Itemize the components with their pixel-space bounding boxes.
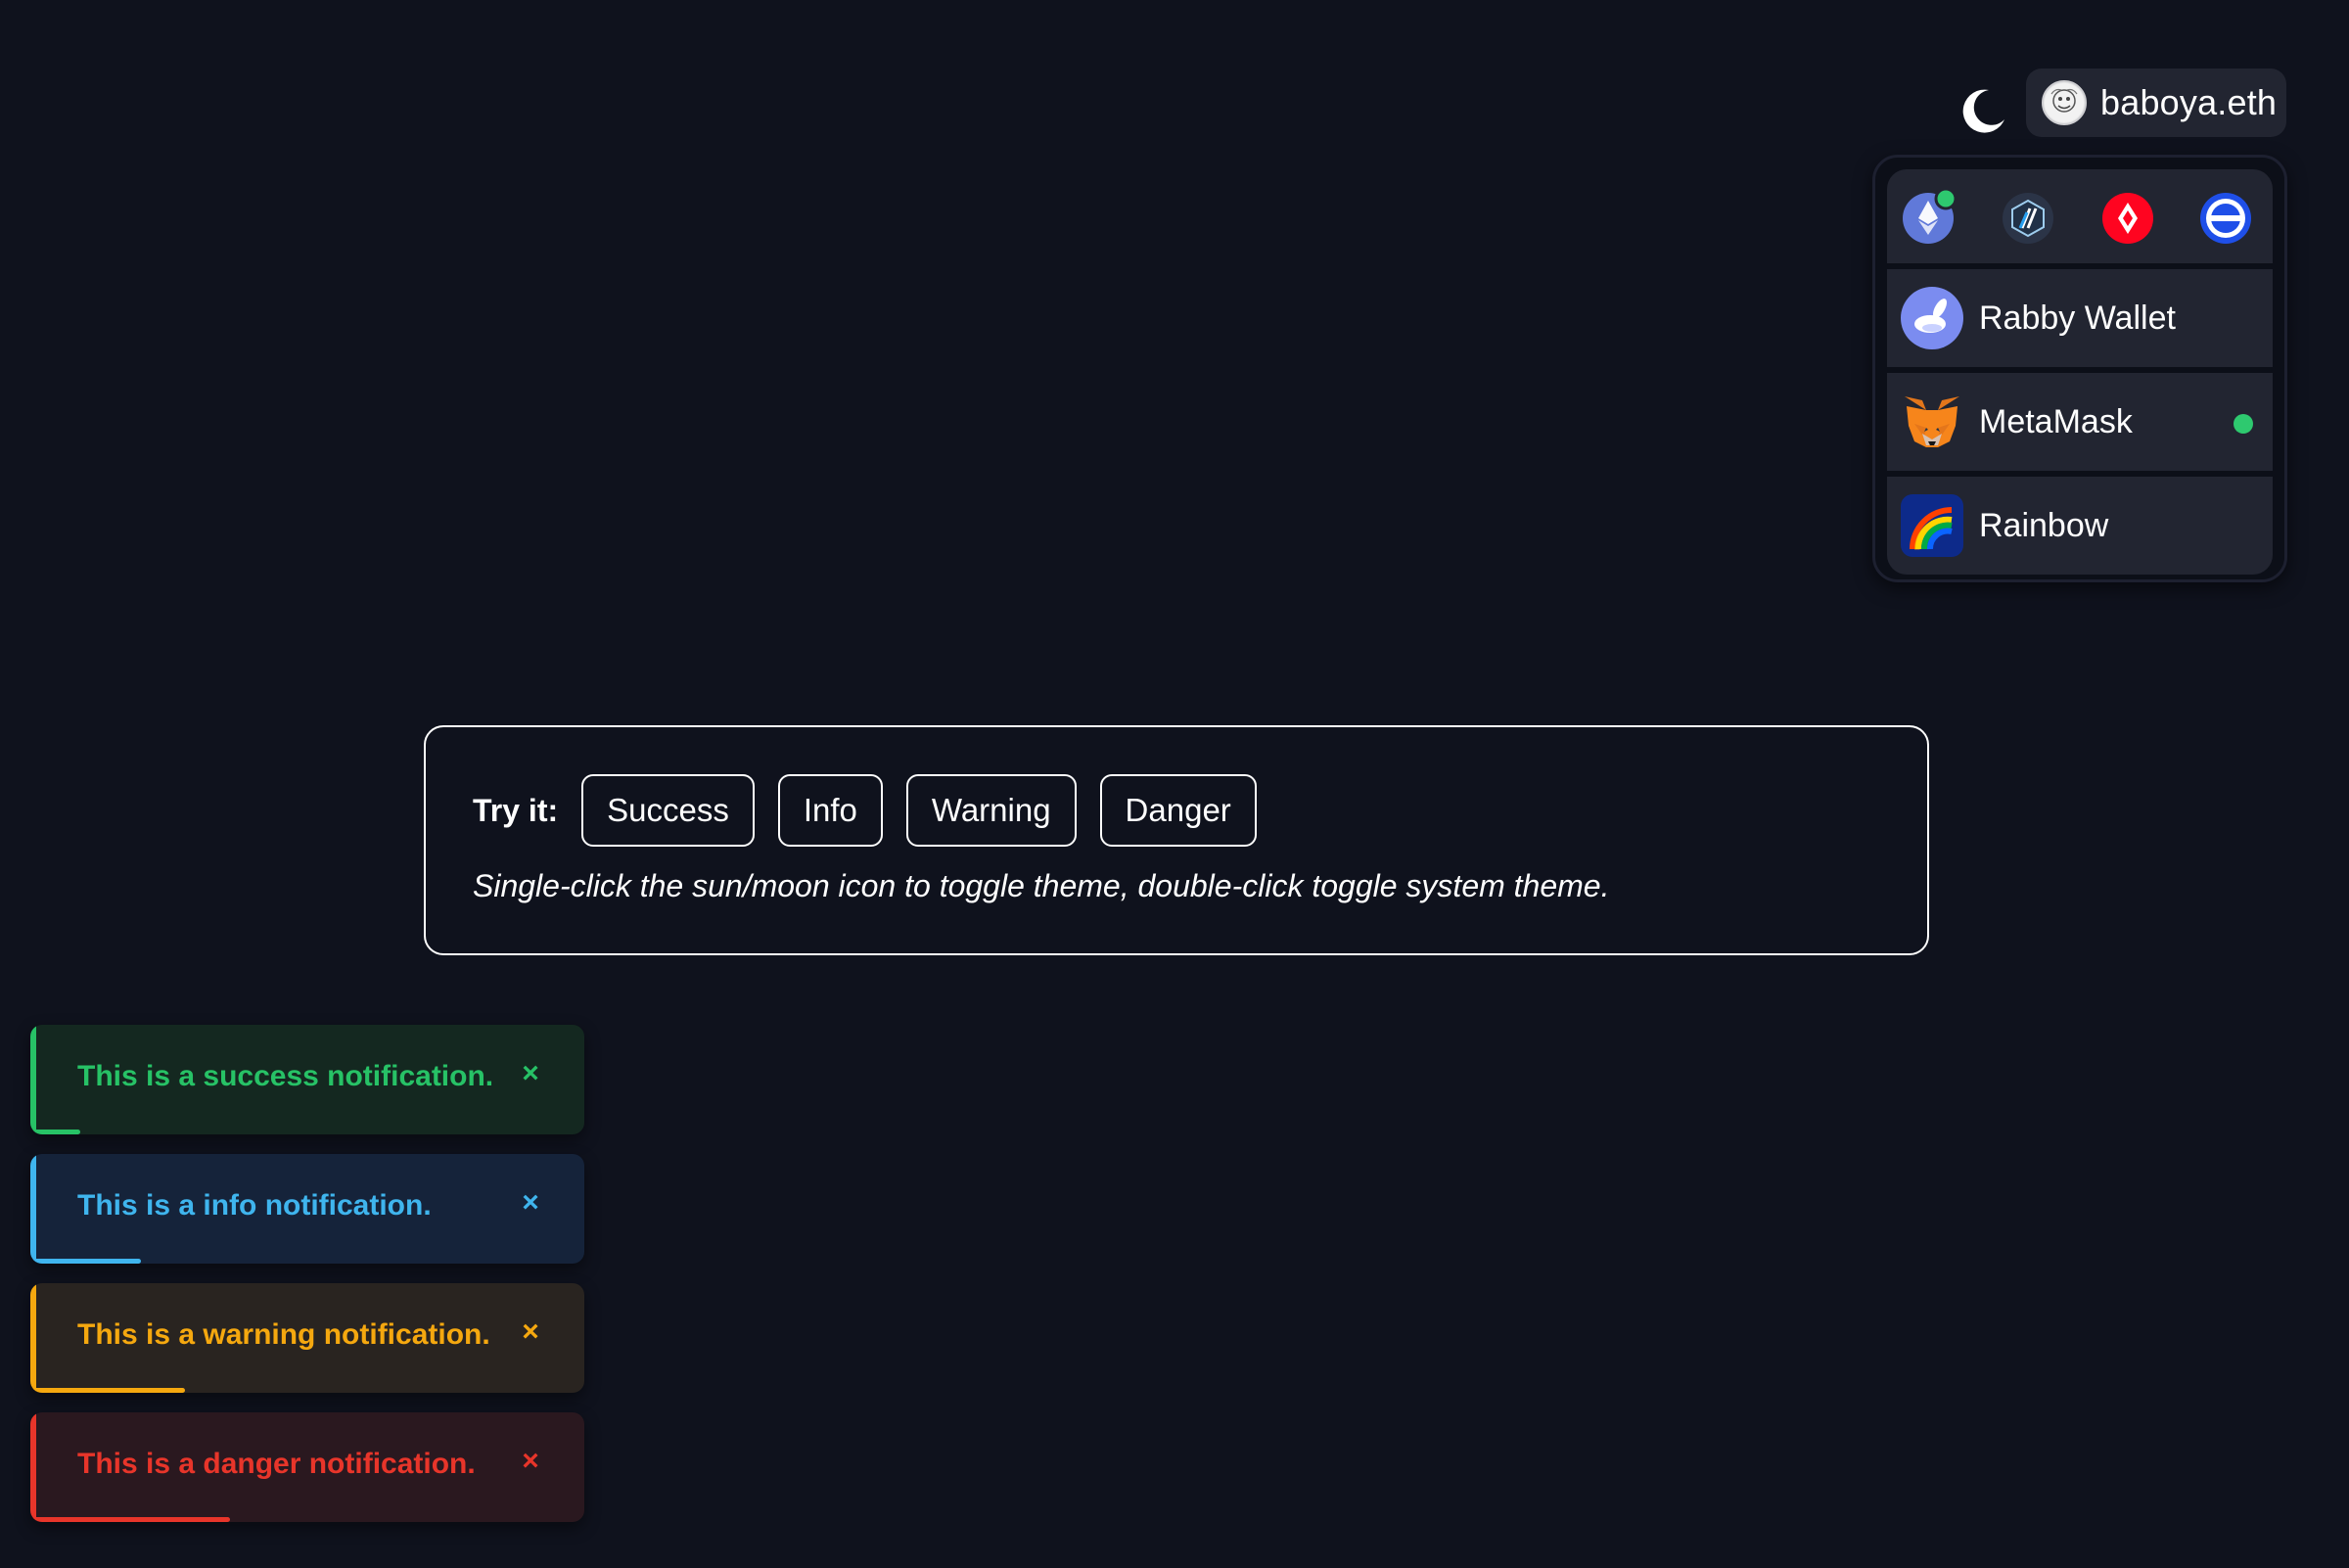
notification-accent-bar [30,1154,36,1264]
network-base-button[interactable] [2198,189,2253,244]
wallet-item-rabby[interactable]: Rabby Wallet [1887,269,2273,367]
metamask-icon [1905,396,1959,447]
wallet-label: Rabby Wallet [1979,299,2176,337]
account-button[interactable]: baboya.eth [2026,69,2286,137]
network-ethereum-button[interactable] [1903,187,1958,244]
notification-progress-bar [30,1388,186,1393]
notification-accent-bar [30,1283,36,1393]
network-arbitrum-button[interactable] [2001,189,2055,244]
avatar-image-icon [2045,83,2084,122]
try-label: Try it: [473,792,559,828]
network-selector [1887,169,2273,263]
wallet-label: Rainbow [1979,506,2109,544]
try-row: Try it: Success Info Warning Danger [473,774,1280,847]
connected-indicator [2234,414,2253,434]
notification-accent-bar [30,1412,36,1522]
theme-toggle-button[interactable] [1950,78,2012,141]
close-icon[interactable]: × [509,1311,552,1354]
notification-progress-bar [30,1259,142,1264]
notification-message: This is a warning notification. [77,1318,490,1351]
notification-message: This is a success notification. [77,1060,494,1092]
notification-progress-bar [30,1130,80,1134]
theme-hint-text: Single-click the sun/moon icon to toggle… [473,868,1610,903]
warning-notification: This is a warning notification. × [30,1283,584,1393]
moon-icon [1962,89,2004,133]
info-notification: This is a info notification. × [30,1154,584,1264]
warning-button[interactable]: Warning [905,774,1077,847]
base-icon [2200,193,2251,244]
optimism-icon [2102,193,2153,244]
close-icon[interactable]: × [509,1052,552,1095]
demo-panel: Try it: Success Info Warning Danger Sing… [424,725,1929,955]
close-icon[interactable]: × [509,1440,552,1483]
success-button[interactable]: Success [581,774,755,847]
success-notification: This is a success notification. × [30,1025,584,1134]
close-icon[interactable]: × [509,1181,552,1224]
ethereum-icon [1903,187,1958,244]
network-optimism-button[interactable] [2100,189,2155,244]
danger-notification: This is a danger notification. × [30,1412,584,1522]
wallet-item-metamask[interactable]: MetaMask [1887,373,2273,471]
info-button[interactable]: Info [777,774,883,847]
rabby-icon [1901,287,1963,349]
danger-button[interactable]: Danger [1099,774,1257,847]
notification-accent-bar [30,1025,36,1134]
wallet-item-rainbow[interactable]: Rainbow [1887,477,2273,575]
arbitrum-icon [2003,193,2053,244]
account-name: baboya.eth [2100,82,2278,122]
wallet-label: MetaMask [1979,402,2133,440]
notification-message: This is a danger notification. [77,1448,476,1480]
avatar [2042,80,2087,125]
rainbow-icon [1901,494,1963,557]
notification-message: This is a info notification. [77,1189,432,1222]
notification-progress-bar [30,1517,230,1522]
wallet-dropdown: Rabby Wallet MetaMask Rainbow [1872,155,2287,582]
